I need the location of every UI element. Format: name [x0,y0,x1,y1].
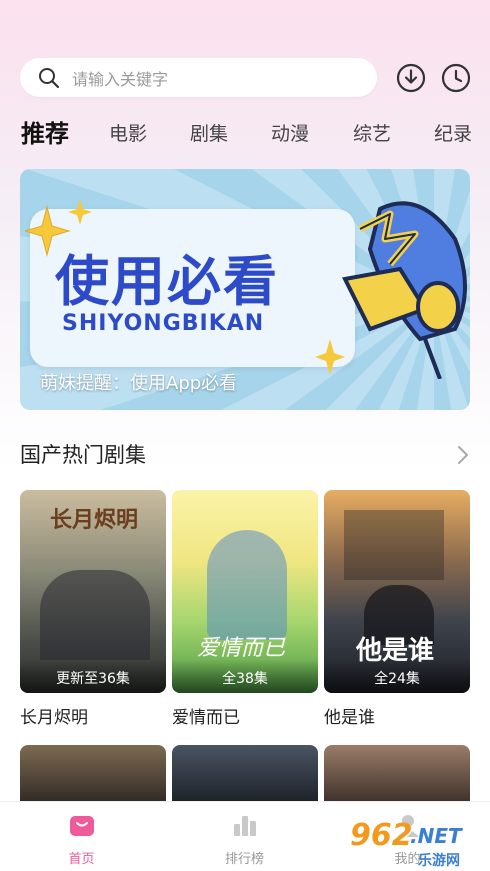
episode-status: 更新至36集 [20,659,166,693]
search-input[interactable]: 请输入关键字 [20,58,377,97]
show-card[interactable]: 长月烬明 更新至36集 长月烬明 [20,490,166,728]
show-title: 他是谁 [324,708,375,728]
section-title: 国产热门剧集 [20,443,146,467]
show-title: 爱情而已 [172,708,240,728]
nav-ranking[interactable]: 排行榜 [163,802,326,871]
poster-title-art: 爱情而已 [197,636,286,661]
banner-caption: 萌妹提醒：使用App必看 [40,373,238,394]
chevron-right-icon[interactable] [456,445,470,465]
watermark-logo: 962 .NET 乐游网 [350,818,485,869]
show-poster: 长月烬明 更新至36集 [20,490,166,693]
tab-variety[interactable]: 综艺 [353,115,391,153]
section-header[interactable]: 国产热门剧集 [20,440,470,470]
history-icon[interactable] [441,63,471,93]
show-poster[interactable] [324,745,470,805]
megaphone-illustration [342,201,467,379]
download-icon[interactable] [396,63,426,93]
poster-title-art: 长月烬明 [50,507,139,533]
tab-movie[interactable]: 电影 [109,115,147,153]
show-card[interactable]: 他是谁 全24集 他是谁 [324,490,470,728]
watermark-suffix: .NET [410,824,462,848]
episode-status: 全38集 [172,659,318,693]
watermark-brand: 962 [350,818,413,853]
show-poster[interactable] [172,745,318,805]
poster-stairs [344,510,444,580]
ranking-icon [234,816,256,836]
search-row: 请输入关键字 [0,58,490,98]
show-poster: 爱情而已 全38集 [172,490,318,693]
watermark-sub: 乐游网 [418,853,460,869]
show-poster[interactable] [20,745,166,805]
banner-carousel[interactable]: 使用必看 SHIYONGBIKAN 萌妹提醒：使用App必看 [20,169,470,410]
show-card[interactable]: 爱情而已 全38集 爱情而已 [172,490,318,728]
poster-figures [207,530,287,640]
category-tabs: 推荐 电影 剧集 动漫 综艺 纪录 [0,115,490,153]
nav-home-label: 首页 [68,852,95,867]
show-title: 长月烬明 [20,708,88,728]
tab-anime[interactable]: 动漫 [271,115,309,153]
banner-title: 使用必看 [55,250,279,313]
tab-documentary[interactable]: 纪录 [434,115,472,153]
banner-subtitle: SHIYONGBIKAN [62,311,265,336]
nav-ranking-label: 排行榜 [224,852,264,867]
episode-status: 全24集 [324,659,470,693]
search-placeholder: 请输入关键字 [72,69,169,89]
tab-recommend[interactable]: 推荐 [21,115,69,153]
poster-figures [40,570,150,660]
nav-home[interactable]: 首页 [0,802,163,871]
show-poster: 他是谁 全24集 [324,490,470,693]
tab-series[interactable]: 剧集 [190,115,228,153]
home-icon [70,816,94,836]
search-icon [39,67,60,88]
